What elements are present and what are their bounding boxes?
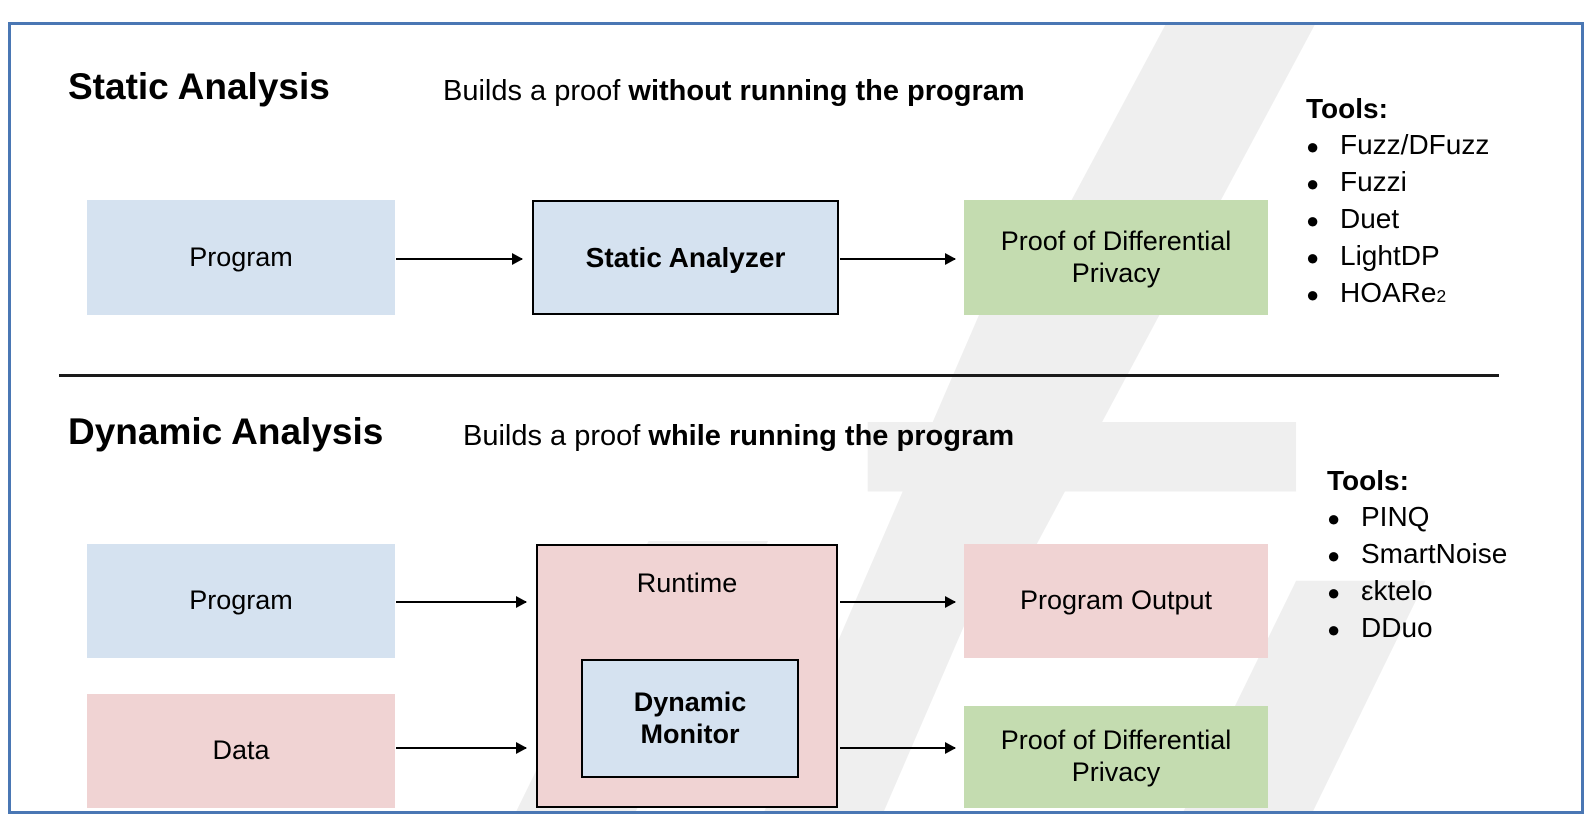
section-divider — [59, 374, 1499, 377]
bullet-icon: ● — [1327, 506, 1341, 532]
dynamic-analysis-heading: Dynamic Analysis — [68, 411, 384, 452]
bullet-icon: ● — [1327, 543, 1341, 569]
dynamic-analysis-subtitle: Builds a proof while running the program — [463, 422, 1014, 451]
dynamic-subtitle-bold: while running the program — [648, 420, 1015, 452]
dynamic-tool-label: PINQ — [1361, 501, 1430, 533]
dynamic-monitor-label-line1: Dynamic — [633, 686, 747, 717]
bullet-icon: ● — [1306, 171, 1320, 197]
static-tools-list: ● Fuzz/DFuzz ● Fuzzi ● Duet ● LightDP ● HOARe 2 — [1306, 127, 1489, 312]
bullet-icon: ● — [1327, 617, 1341, 643]
static-tool-item: ● HOARe 2 — [1306, 275, 1489, 312]
dynamic-tools-heading: Tools: — [1327, 465, 1409, 496]
slide-frame: Static Analysis Builds a proof without r… — [8, 22, 1584, 814]
static-tools-heading: Tools: — [1306, 93, 1388, 124]
box-dynamic-monitor: Dynamic Monitor — [581, 659, 799, 778]
arrow-data-to-runtime — [396, 742, 527, 754]
static-analysis-heading: Static Analysis — [68, 66, 330, 107]
dynamic-tool-label: SmartNoise — [1361, 538, 1508, 570]
box-static-proof-of-differential-privacy: Proof of Differential Privacy — [964, 200, 1268, 315]
dynamic-tools-list: ● PINQ ● SmartNoise ● εktelo ● DDuo — [1327, 499, 1507, 647]
dynamic-tools-panel: Tools: ● PINQ ● SmartNoise ● εktelo ● DDuo — [1327, 465, 1507, 647]
box-runtime: Runtime Dynamic Monitor — [536, 544, 838, 808]
box-dynamic-proof-of-differential-privacy: Proof of Differential Privacy — [964, 706, 1268, 808]
box-dynamic-program: Program — [87, 544, 395, 658]
static-subtitle-bold: without running the program — [628, 75, 1025, 107]
dynamic-tool-item: ● PINQ — [1327, 499, 1507, 536]
box-dynamic-data: Data — [87, 694, 395, 808]
dynamic-tool-item: ● DDuo — [1327, 610, 1507, 647]
static-tool-superscript: 2 — [1436, 286, 1447, 306]
arrow-program-to-static-analyzer — [396, 253, 523, 265]
dynamic-tool-label: εktelo — [1361, 575, 1433, 607]
static-tool-label: Fuzz/DFuzz — [1340, 129, 1490, 161]
bullet-icon: ● — [1306, 134, 1320, 160]
box-static-analyzer: Static Analyzer — [532, 200, 839, 315]
static-tools-panel: Tools: ● Fuzz/DFuzz ● Fuzzi ● Duet ● LightDP ● HO… — [1306, 93, 1489, 312]
box-program-output: Program Output — [964, 544, 1268, 658]
bullet-icon: ● — [1306, 208, 1320, 234]
diagram-canvas: Static Analysis Builds a proof without r… — [11, 25, 1581, 811]
static-subtitle-plain: Builds a proof — [443, 75, 629, 107]
box-static-program: Program — [87, 200, 395, 315]
static-tool-label: HOARe — [1340, 277, 1437, 308]
dynamic-tool-item: ● εktelo — [1327, 573, 1507, 610]
dynamic-tool-item: ● SmartNoise — [1327, 536, 1507, 573]
arrow-program-to-runtime — [396, 596, 527, 608]
static-tool-item: ● Fuzz/DFuzz — [1306, 127, 1489, 164]
static-tool-label: LightDP — [1340, 240, 1440, 272]
static-tool-item: ● LightDP — [1306, 238, 1489, 275]
bullet-icon: ● — [1306, 245, 1320, 271]
arrow-static-analyzer-to-proof — [840, 253, 956, 265]
bullet-icon: ● — [1327, 580, 1341, 606]
static-analysis-subtitle: Builds a proof without running the progr… — [443, 77, 1025, 106]
runtime-label: Runtime — [636, 568, 738, 598]
static-tool-item: ● Fuzzi — [1306, 164, 1489, 201]
static-tool-label: Duet — [1340, 203, 1400, 235]
arrow-runtime-to-proof — [840, 742, 956, 754]
static-tool-label: Fuzzi — [1340, 166, 1407, 198]
bullet-icon: ● — [1306, 282, 1320, 307]
dynamic-tool-label: DDuo — [1361, 612, 1433, 644]
static-tool-item: ● Duet — [1306, 201, 1489, 238]
dynamic-subtitle-plain: Builds a proof — [463, 420, 649, 452]
dynamic-monitor-label-line2: Monitor — [640, 718, 740, 749]
arrow-runtime-to-program-output — [840, 596, 956, 608]
